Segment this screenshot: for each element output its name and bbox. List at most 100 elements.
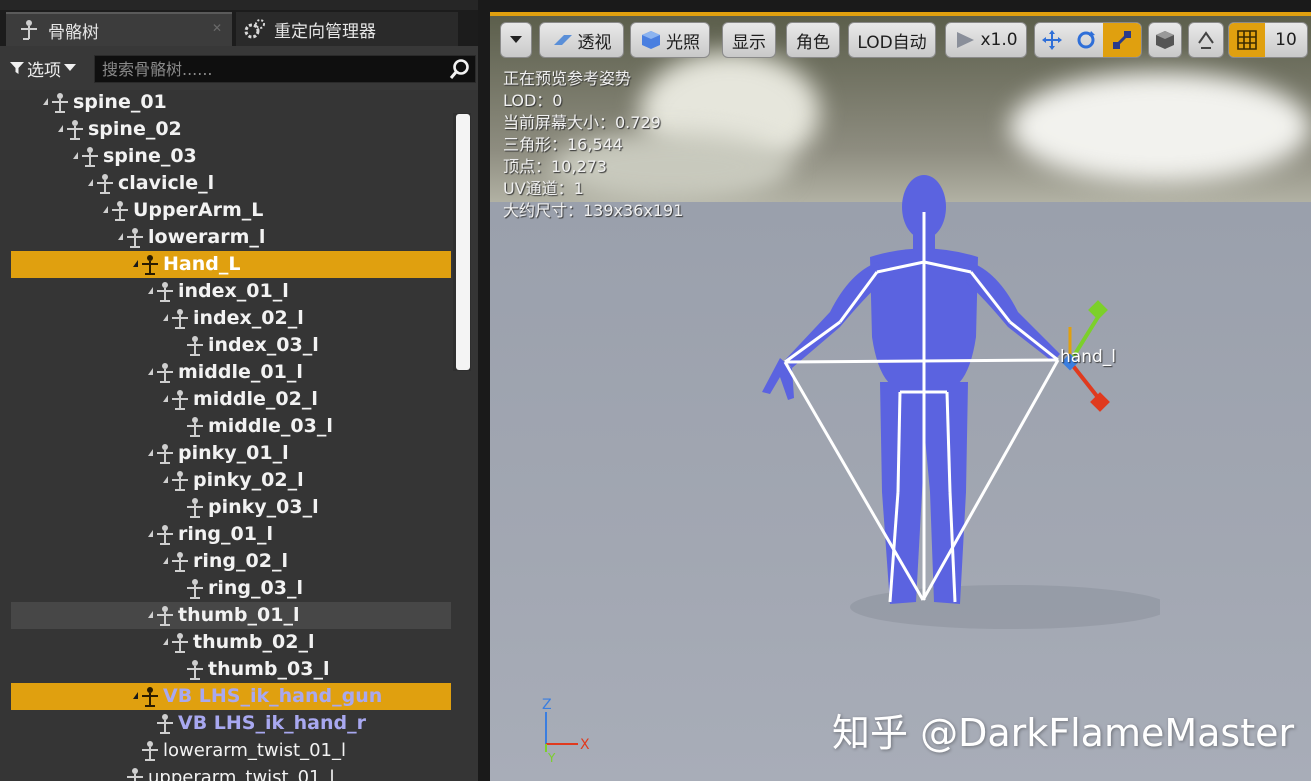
expand-arrow-icon[interactable] bbox=[43, 98, 48, 105]
bone-row[interactable]: middle_03_l bbox=[11, 413, 451, 440]
bone-row[interactable]: lowerarm_twist_01_l bbox=[11, 737, 451, 764]
expand-arrow-icon[interactable] bbox=[133, 260, 138, 267]
scrollbar-thumb[interactable] bbox=[456, 114, 470, 370]
scale-icon bbox=[1112, 30, 1132, 50]
bone-icon bbox=[67, 120, 83, 140]
expand-arrow-icon[interactable] bbox=[73, 152, 78, 159]
perspective-button[interactable]: 透视 bbox=[539, 22, 624, 58]
stat-line: 顶点：10,273 bbox=[503, 157, 607, 176]
snap-surface-button[interactable] bbox=[1188, 22, 1224, 58]
close-icon[interactable]: ✕ bbox=[212, 22, 224, 34]
expand-arrow-icon[interactable] bbox=[163, 638, 168, 645]
viewport-menu-button[interactable] bbox=[500, 22, 532, 58]
lod-button[interactable]: LOD自动 bbox=[848, 22, 936, 58]
bone-label: middle_03_l bbox=[208, 415, 333, 437]
local-space-button[interactable] bbox=[1148, 22, 1182, 58]
bone-row[interactable]: index_02_l bbox=[11, 305, 451, 332]
expand-arrow-icon[interactable] bbox=[163, 557, 168, 564]
mannequin-leg-right bbox=[880, 382, 928, 604]
chevron-down-icon bbox=[64, 64, 76, 71]
bone-label: clavicle_l bbox=[118, 172, 215, 194]
bone-row[interactable]: middle_02_l bbox=[11, 386, 451, 413]
axis-x-label: X bbox=[580, 737, 590, 753]
bone-label: ring_03_l bbox=[208, 577, 303, 599]
bone-row[interactable]: UpperArm_L bbox=[11, 197, 451, 224]
cube-icon bbox=[1156, 31, 1174, 49]
grid-snap-toggle[interactable] bbox=[1229, 23, 1265, 57]
bone-row[interactable]: clavicle_l bbox=[11, 170, 451, 197]
bone-icon bbox=[187, 498, 203, 518]
gizmo-x-axis[interactable] bbox=[1068, 360, 1102, 402]
expand-arrow-icon[interactable] bbox=[148, 530, 153, 537]
expand-arrow-icon[interactable] bbox=[148, 611, 153, 618]
bone-label: pinky_01_l bbox=[178, 442, 289, 464]
bone-row[interactable]: spine_03 bbox=[11, 143, 451, 170]
bone-icon bbox=[97, 174, 113, 194]
lit-button[interactable]: 光照 bbox=[630, 22, 710, 58]
bone-row[interactable]: pinky_03_l bbox=[11, 494, 451, 521]
character-button[interactable]: 角色 bbox=[786, 22, 840, 58]
gizmo-y-handle[interactable] bbox=[1088, 300, 1108, 320]
expand-arrow-icon[interactable] bbox=[58, 125, 63, 132]
bone-icon bbox=[172, 390, 188, 410]
character-mannequin[interactable] bbox=[740, 162, 1160, 632]
bone-row[interactable]: ring_02_l bbox=[11, 548, 451, 575]
options-button[interactable]: 选项 bbox=[10, 56, 76, 81]
bone-row[interactable]: spine_02 bbox=[11, 116, 451, 143]
bone-label: lowerarm_l bbox=[148, 226, 266, 248]
expand-arrow-icon[interactable] bbox=[133, 692, 138, 699]
playback-speed-button[interactable]: x1.0 bbox=[945, 22, 1027, 58]
show-button[interactable]: 显示 bbox=[722, 22, 776, 58]
expand-arrow-icon[interactable] bbox=[148, 287, 153, 294]
axis-z-label: Z bbox=[542, 697, 552, 713]
bone-row[interactable]: index_01_l bbox=[11, 278, 451, 305]
bone-row[interactable]: thumb_02_l bbox=[11, 629, 451, 656]
bone-icon bbox=[157, 282, 173, 302]
bone-icon bbox=[157, 363, 173, 383]
grid-icon bbox=[1237, 30, 1257, 50]
bone-row[interactable]: VB LHS_ik_hand_r bbox=[11, 710, 451, 737]
expand-arrow-icon[interactable] bbox=[163, 314, 168, 321]
bone-row[interactable]: pinky_02_l bbox=[11, 467, 451, 494]
stat-line: UV通道：1 bbox=[503, 179, 584, 198]
scale-tool[interactable] bbox=[1103, 23, 1141, 57]
bone-row[interactable]: ring_01_l bbox=[11, 521, 451, 548]
search-icon[interactable] bbox=[449, 58, 471, 80]
search-input[interactable] bbox=[95, 56, 447, 82]
skeleton-tree-panel: 骨骼树 ✕ 重定向管理器 选项 spine_01 spine_02 spine_03… bbox=[0, 0, 478, 781]
tab-skeleton-tree[interactable]: 骨骼树 ✕ bbox=[6, 12, 232, 46]
bone-icon bbox=[187, 336, 203, 356]
expand-arrow-icon[interactable] bbox=[118, 233, 123, 240]
translate-tool[interactable] bbox=[1035, 29, 1069, 51]
expand-arrow-icon[interactable] bbox=[103, 206, 108, 213]
bone-row[interactable]: VB LHS_ik_hand_gun bbox=[11, 683, 451, 710]
bone-label: pinky_02_l bbox=[193, 469, 304, 491]
bone-row[interactable]: index_03_l bbox=[11, 332, 451, 359]
bone-row[interactable]: spine_01 bbox=[11, 90, 451, 116]
expand-arrow-icon[interactable] bbox=[148, 368, 153, 375]
rotate-tool[interactable] bbox=[1069, 29, 1103, 51]
bone-row[interactable]: ring_03_l bbox=[11, 575, 451, 602]
gizmo-x-handle[interactable] bbox=[1090, 392, 1110, 412]
lit-label: 光照 bbox=[666, 32, 700, 53]
bone-row[interactable]: thumb_01_l bbox=[11, 602, 451, 629]
bone-row[interactable]: upperarm_twist_01_l bbox=[11, 764, 451, 781]
bone-icon bbox=[172, 471, 188, 491]
bone-row[interactable]: middle_01_l bbox=[11, 359, 451, 386]
bone-label: upperarm_twist_01_l bbox=[148, 767, 335, 781]
expand-arrow-icon[interactable] bbox=[148, 449, 153, 456]
bone-row[interactable]: lowerarm_l bbox=[11, 224, 451, 251]
surface-snap-icon bbox=[1198, 31, 1214, 49]
preview-viewport[interactable]: 透视 光照 显示 角色 LOD自动 x1.0 10 正在预览参考姿势 LOD：0… bbox=[490, 12, 1311, 781]
expand-arrow-icon[interactable] bbox=[88, 179, 93, 186]
bone-row[interactable]: thumb_03_l bbox=[11, 656, 451, 683]
bone-row[interactable]: pinky_01_l bbox=[11, 440, 451, 467]
bone-row[interactable]: Hand_L bbox=[11, 251, 451, 278]
expand-arrow-icon[interactable] bbox=[163, 476, 168, 483]
expand-arrow-icon[interactable] bbox=[163, 395, 168, 402]
retarget-gears-icon bbox=[244, 18, 266, 40]
tab-retarget-manager[interactable]: 重定向管理器 bbox=[236, 12, 458, 46]
bone-icon bbox=[82, 147, 98, 167]
tab-label: 重定向管理器 bbox=[274, 21, 376, 42]
grid-size-value[interactable]: 10 bbox=[1265, 30, 1307, 50]
